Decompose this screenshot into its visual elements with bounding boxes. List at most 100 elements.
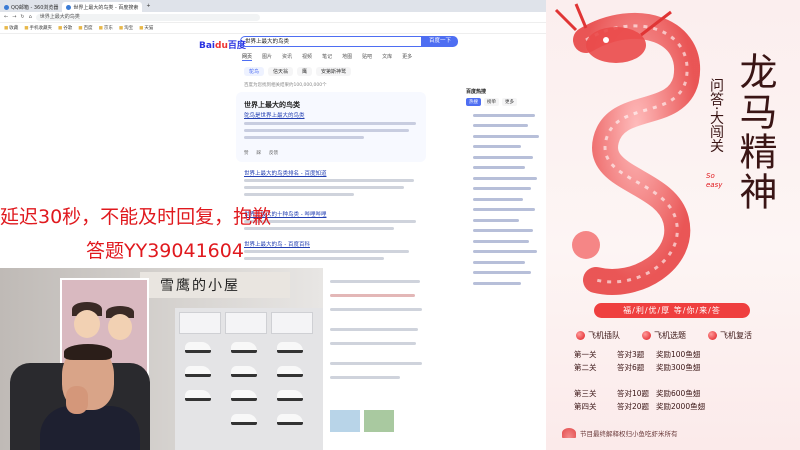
stream-notice-line2: 答题YY39041604: [86, 240, 244, 262]
result-image-thumb[interactable]: [364, 410, 394, 432]
tab-tieba[interactable]: 贴吧: [362, 53, 372, 61]
answer-text-line: [244, 136, 364, 139]
hot-item-text: [473, 155, 533, 159]
hot-search-item[interactable]: [466, 247, 544, 258]
bookmark-item[interactable]: 百度: [78, 25, 93, 31]
hot-search-item[interactable]: [466, 278, 544, 289]
tab-qq-mail[interactable]: QQ邮箱 - 360浏览器: [0, 2, 62, 12]
hot-search-item[interactable]: [466, 110, 544, 121]
chip[interactable]: 鸵鸟: [244, 67, 265, 76]
hot-search-item[interactable]: [466, 131, 544, 142]
baidu-logo[interactable]: Baidu百度: [199, 38, 246, 51]
bookmark-item[interactable]: 谷歌: [58, 25, 72, 31]
like-button[interactable]: 赞: [244, 150, 249, 156]
hot-search-item[interactable]: [466, 236, 544, 247]
hot-search-item[interactable]: [466, 215, 544, 226]
answer-text-line: [244, 122, 416, 125]
hot-search-item[interactable]: [466, 121, 544, 132]
webcam-feed: 雪鹰的小屋: [0, 268, 323, 450]
hot-search-item[interactable]: [466, 257, 544, 268]
logo-du: du: [215, 41, 228, 51]
screen: QQ邮箱 - 360浏览器 世界上最大的鸟类 - 百度搜索 + ← → ↻ ⌂ …: [0, 0, 800, 450]
home-icon[interactable]: ⌂: [29, 14, 32, 20]
hot-search-item[interactable]: [466, 194, 544, 205]
feedback-button[interactable]: 反馈: [269, 150, 278, 156]
chip[interactable]: 鹰: [297, 67, 313, 76]
new-tab-button[interactable]: +: [142, 3, 154, 9]
welfare-banner: 福/利/优/厚 等/你/来/答: [594, 303, 750, 318]
hot-search-item[interactable]: [466, 142, 544, 153]
tab-images[interactable]: 图片: [262, 53, 272, 61]
shoe: [277, 390, 303, 401]
back-icon[interactable]: ←: [4, 14, 8, 20]
answer-feedback: 赞 踩 反馈: [244, 150, 278, 156]
shoe-box: [225, 312, 267, 334]
bookmark-item[interactable]: 淘宝: [119, 25, 133, 31]
tab-video[interactable]: 视频: [302, 53, 312, 61]
wall-sign: 雪鹰的小屋: [140, 272, 290, 298]
chip[interactable]: 信天翁: [268, 67, 294, 76]
row-task: 答对3题: [617, 350, 645, 359]
hot-item-text: [473, 124, 528, 128]
tab-wenku[interactable]: 文库: [382, 53, 392, 61]
hot-item-text: [473, 197, 523, 201]
result-snippet-line: [330, 376, 400, 379]
hot-search-item[interactable]: [466, 184, 544, 195]
tab-notes[interactable]: 笔记: [322, 53, 332, 61]
answer-text-line: [244, 129, 409, 132]
url-input[interactable]: 世界上最大的鸟类: [35, 13, 260, 21]
tab-web[interactable]: 网页: [242, 53, 253, 61]
row-reward: 奖励2000鱼翅: [656, 402, 706, 411]
option-plane-select: 飞机选题: [642, 330, 686, 341]
hot-search-item[interactable]: [466, 268, 544, 279]
hot-search-list: [466, 110, 544, 289]
result-snippet-line: [330, 362, 422, 365]
hot-search-item[interactable]: [466, 205, 544, 216]
result-snippet-line: [330, 280, 420, 283]
hot-tab[interactable]: 榜单: [484, 98, 499, 106]
bookmark-item[interactable]: 京东: [99, 25, 113, 31]
shoe: [231, 366, 257, 377]
tab-map[interactable]: 地图: [342, 53, 352, 61]
hot-item-text: [473, 176, 537, 180]
dislike-button[interactable]: 踩: [257, 150, 262, 156]
hot-search-item[interactable]: [466, 173, 544, 184]
hot-tab[interactable]: 热搜: [466, 98, 481, 106]
tab-news[interactable]: 资讯: [282, 53, 292, 61]
row-task: 答对10题: [617, 389, 650, 398]
shoe-shelf: [175, 308, 323, 450]
shoe: [231, 342, 257, 353]
hot-item-text: [473, 260, 525, 264]
result-image-thumb[interactable]: [330, 410, 360, 432]
stream-notice-line1: 延迟30秒，不能及时回复，抱歉: [0, 206, 272, 228]
chip[interactable]: 安第斯神鹫: [316, 67, 352, 76]
forward-icon[interactable]: →: [12, 14, 16, 20]
search-button[interactable]: 百度一下: [422, 36, 458, 47]
reward-row: 第二关 答对6题 奖励300鱼翅: [574, 362, 700, 373]
tab-more[interactable]: 更多: [402, 53, 412, 61]
shoe: [231, 414, 257, 425]
option-label: 飞机复活: [720, 331, 752, 340]
hot-item-text: [473, 218, 519, 222]
result-title-link[interactable]: 世界上最大的鸟 - 百度百科: [244, 240, 310, 248]
result-title-link[interactable]: 世界上最大的鸟类排名 - 百度知道: [244, 169, 326, 177]
tab-favicon-icon: [66, 4, 72, 10]
hot-search-item[interactable]: [466, 163, 544, 174]
row-reward: 奖励300鱼翅: [656, 363, 701, 372]
bookmark-item[interactable]: 收藏: [4, 25, 18, 31]
answer-link[interactable]: 鸵鸟是世界上最大的鸟类: [244, 111, 305, 119]
row-reward: 奖励600鱼翅: [656, 389, 701, 398]
tab-baidu-search[interactable]: 世界上最大的鸟类 - 百度搜索: [62, 2, 143, 12]
hot-search-item[interactable]: [466, 152, 544, 163]
result-snippet-line: [244, 186, 404, 189]
reload-icon[interactable]: ↻: [20, 14, 24, 20]
hot-item-text: [473, 134, 539, 138]
bookmark-item[interactable]: 天猫: [139, 25, 153, 31]
hot-search-title: 百度热搜: [466, 89, 487, 95]
red-dot-icon: [642, 331, 651, 340]
hot-tab[interactable]: 更多: [502, 98, 517, 106]
search-input[interactable]: 世界上最大的鸟类: [240, 36, 422, 47]
reward-row: 第一关 答对3题 奖励100鱼翅: [574, 349, 700, 360]
bookmark-item[interactable]: 手机收藏夹: [24, 25, 53, 31]
hot-search-item[interactable]: [466, 226, 544, 237]
